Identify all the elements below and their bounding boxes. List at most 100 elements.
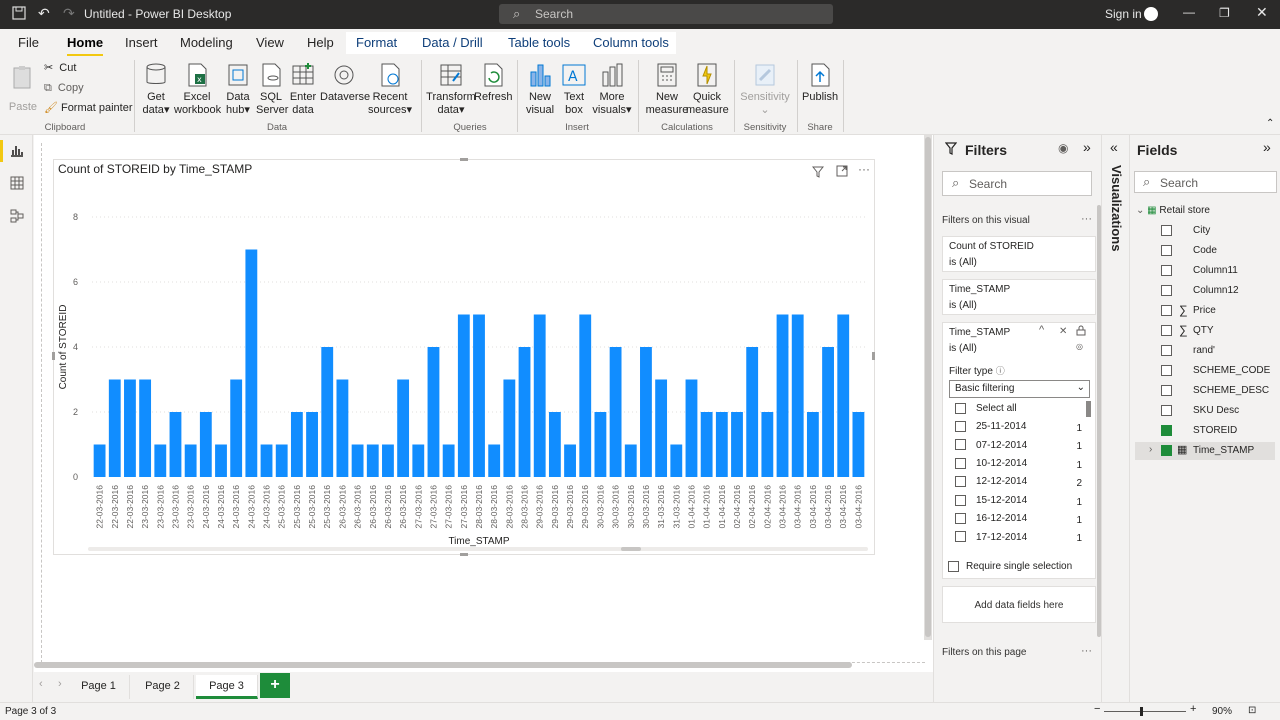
- checkbox[interactable]: [1161, 365, 1172, 376]
- chart-bar[interactable]: [290, 412, 303, 477]
- clear-filter-icon[interactable]: ✕: [1059, 326, 1067, 337]
- checkbox[interactable]: [1161, 285, 1172, 296]
- filter-value-item[interactable]: 16-12-2014 1: [954, 513, 1086, 531]
- checkbox[interactable]: [1161, 225, 1172, 236]
- list-scrollbar[interactable]: [1086, 401, 1091, 417]
- checkbox[interactable]: [1161, 245, 1172, 256]
- chart-bar[interactable]: [382, 444, 394, 478]
- chevron-right-icon[interactable]: ›: [1149, 444, 1152, 455]
- excel-workbook-button[interactable]: x Excel workbook: [174, 62, 221, 117]
- chart-bar[interactable]: [548, 412, 561, 477]
- enter-data-button[interactable]: Enter data: [288, 62, 318, 117]
- table-retail-store[interactable]: ⌄ ▦ Retail store: [1136, 205, 1210, 216]
- chart-bar[interactable]: [715, 412, 728, 477]
- chart-scrollbar[interactable]: [88, 547, 868, 551]
- sensitivity-button[interactable]: Sensitivity ⌄: [738, 62, 792, 117]
- filter-value-item[interactable]: 07-12-2014 1: [954, 439, 1086, 457]
- new-visual-button[interactable]: New visual: [524, 62, 556, 117]
- chart-bar[interactable]: [533, 314, 546, 478]
- checkbox[interactable]: [1161, 345, 1172, 356]
- horizontal-scrollbar[interactable]: [34, 662, 852, 668]
- collapse-ribbon-icon[interactable]: ⌃: [1266, 118, 1274, 129]
- chart-bar[interactable]: [139, 379, 152, 478]
- filters-search-input[interactable]: ⌕ Search: [942, 171, 1092, 196]
- chart-bar[interactable]: [230, 379, 243, 478]
- paste-button[interactable]: Paste: [8, 64, 38, 113]
- model-view-icon[interactable]: [10, 209, 24, 226]
- dataverse-button[interactable]: Dataverse: [320, 62, 370, 104]
- eye-icon[interactable]: ◉: [1058, 141, 1068, 155]
- checkbox[interactable]: [1161, 325, 1172, 336]
- expand-visualizations-icon[interactable]: «: [1110, 139, 1118, 155]
- checkbox[interactable]: [948, 561, 959, 572]
- field-item[interactable]: SCHEME_DESC: [1135, 382, 1275, 400]
- chart-bar[interactable]: [624, 444, 637, 478]
- visualizations-collapsed[interactable]: « Visualizations: [1101, 135, 1129, 702]
- filter-value-item[interactable]: 12-12-2014 2: [954, 476, 1086, 494]
- require-single-selection[interactable]: Require single selection: [948, 561, 1072, 572]
- chart-bar[interactable]: [564, 444, 576, 478]
- zoom-out-icon[interactable]: −: [1094, 703, 1100, 715]
- checkbox[interactable]: [1161, 425, 1172, 436]
- filter-card-count-storeid[interactable]: Count of STOREID is (All): [942, 236, 1096, 272]
- close-icon[interactable]: ✕: [1256, 4, 1268, 21]
- refresh-button[interactable]: Refresh: [474, 62, 513, 104]
- signin-link[interactable]: Sign in: [1105, 7, 1142, 21]
- chart-bar[interactable]: [503, 379, 516, 478]
- chart-bar[interactable]: [199, 412, 212, 477]
- checkbox[interactable]: [1161, 265, 1172, 276]
- menu-help[interactable]: Help: [307, 35, 334, 50]
- filter-value-item[interactable]: 10-12-2014 1: [954, 457, 1086, 476]
- field-item[interactable]: ∑ Price: [1135, 302, 1275, 320]
- checkbox[interactable]: [955, 439, 966, 451]
- chart-bar[interactable]: [746, 347, 759, 477]
- chart-bar[interactable]: [366, 444, 379, 478]
- filter-value-item[interactable]: 15-12-2014 1: [954, 494, 1086, 513]
- more-visuals-button[interactable]: More visuals▾: [592, 62, 632, 117]
- checkbox[interactable]: [1161, 385, 1172, 396]
- recent-sources-button[interactable]: Recent sources▾: [368, 62, 412, 117]
- checkbox[interactable]: [955, 494, 966, 506]
- transform-data-button[interactable]: Transform data▾: [426, 62, 476, 117]
- chart-bar[interactable]: [837, 314, 850, 478]
- tab-page-2[interactable]: Page 2: [132, 675, 194, 699]
- collapse-filters-icon[interactable]: »: [1083, 139, 1091, 155]
- tab-page-1[interactable]: Page 1: [68, 675, 130, 699]
- chart-bar[interactable]: [791, 314, 804, 478]
- chart-bar[interactable]: [670, 444, 683, 478]
- menu-format[interactable]: Format: [356, 35, 398, 50]
- checkbox[interactable]: [1161, 405, 1172, 416]
- chart-bar[interactable]: [275, 444, 288, 478]
- chart-bar[interactable]: [336, 379, 349, 478]
- chart-bar[interactable]: [427, 347, 440, 477]
- menu-home[interactable]: Home: [67, 35, 104, 57]
- field-item[interactable]: Column11: [1135, 262, 1275, 280]
- eye-icon[interactable]: ◎: [1076, 342, 1083, 351]
- checkbox[interactable]: [955, 513, 966, 524]
- more-options-icon[interactable]: ···: [1081, 213, 1092, 225]
- filter-value-item[interactable]: 17-12-2014 1: [954, 531, 1086, 549]
- resize-handle-top[interactable]: [460, 158, 468, 161]
- menu-view[interactable]: View: [256, 35, 284, 50]
- checkbox[interactable]: [955, 457, 966, 469]
- chart-bar[interactable]: [655, 379, 668, 478]
- fit-page-icon[interactable]: ⊡: [1248, 705, 1256, 716]
- chart-bar[interactable]: [822, 347, 834, 477]
- report-view-icon[interactable]: [10, 143, 24, 160]
- bar-chart-visual[interactable]: Count of STOREID by Time_STAMP ··· 02468…: [52, 158, 875, 556]
- add-data-fields-well[interactable]: Add data fields here: [942, 586, 1096, 623]
- field-item[interactable]: Code: [1135, 242, 1275, 260]
- menu-modeling[interactable]: Modeling: [180, 35, 233, 50]
- chart-bar[interactable]: [640, 347, 652, 477]
- avatar[interactable]: [1144, 7, 1158, 21]
- field-item[interactable]: STOREID: [1135, 422, 1275, 440]
- new-measure-button[interactable]: New measure: [644, 62, 690, 117]
- resize-handle-right[interactable]: [872, 352, 875, 360]
- chart-bar[interactable]: [761, 412, 774, 477]
- menu-file[interactable]: File: [18, 35, 39, 50]
- chart-bar[interactable]: [412, 444, 425, 478]
- field-item[interactable]: ∑ QTY: [1135, 322, 1275, 340]
- chart-bar[interactable]: [442, 444, 455, 478]
- copy-button[interactable]: ⧉ Copy: [44, 82, 84, 95]
- field-item[interactable]: rand': [1135, 342, 1275, 360]
